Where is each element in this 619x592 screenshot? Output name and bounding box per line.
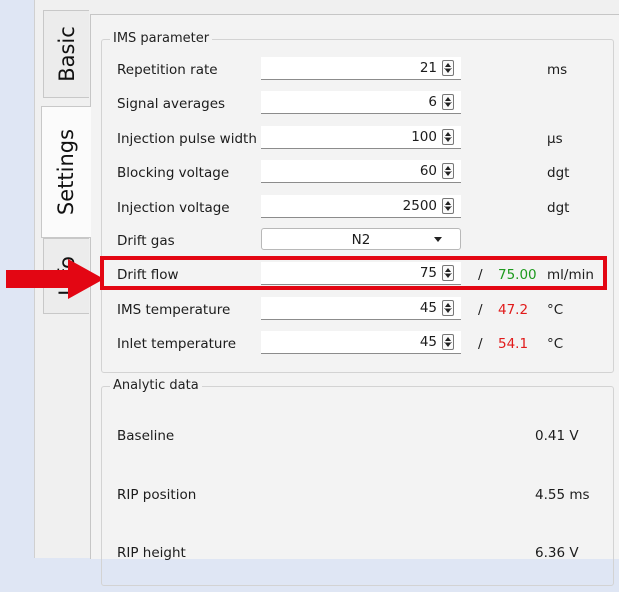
- inlet-temperature-actual: 54.1: [498, 336, 529, 352]
- rip-position-label: RIP position: [117, 487, 197, 503]
- ims-parameter-group: IMS parameter Repetition rate 21 ms Sign…: [101, 31, 614, 373]
- inlet-temperature-value: 45: [419, 334, 437, 350]
- signal-averages-label: Signal averages: [117, 96, 226, 112]
- repetition-rate-spinbox[interactable]: 21: [261, 57, 461, 80]
- chevron-down-icon: [434, 237, 442, 242]
- row-blocking-voltage: Blocking voltage 60 dgt: [102, 155, 613, 189]
- row-inlet-temperature: Inlet temperature 45 / 54.1 °C: [102, 326, 613, 360]
- ims-temperature-spinbox[interactable]: 45: [261, 297, 461, 320]
- injection-pulse-width-label: Injection pulse width: [117, 131, 257, 147]
- row-ims-temperature: IMS temperature 45 / 47.2 °C: [102, 292, 613, 326]
- drift-flow-actual: 75.00: [498, 267, 537, 283]
- row-injection-voltage: Injection voltage 2500 dgt: [102, 190, 613, 224]
- rip-position-value: 4.55 ms: [535, 487, 590, 503]
- settings-window: Basic Settings Info IMS parameter Repeti…: [34, 0, 619, 586]
- injection-voltage-unit: dgt: [547, 200, 570, 216]
- signal-averages-value: 6: [428, 94, 437, 110]
- repetition-rate-unit: ms: [547, 62, 568, 78]
- row-drift-flow: Drift flow 75 / 75.00 ml/min: [102, 257, 613, 291]
- repetition-rate-value: 21: [419, 60, 437, 76]
- inlet-temperature-unit: °C: [547, 336, 564, 352]
- injection-pulse-width-unit: µs: [547, 131, 563, 147]
- spin-arrows-icon[interactable]: [442, 334, 454, 350]
- tab-settings-label: Settings: [54, 128, 79, 216]
- ims-temperature-label: IMS temperature: [117, 302, 231, 318]
- row-rip-height: RIP height 6.36 V: [102, 539, 613, 569]
- spin-arrows-icon[interactable]: [442, 198, 454, 214]
- ims-temperature-unit: °C: [547, 302, 564, 318]
- tab-basic[interactable]: Basic: [43, 10, 89, 98]
- spin-arrows-icon[interactable]: [442, 163, 454, 179]
- injection-voltage-value: 2500: [402, 198, 437, 214]
- settings-panel: IMS parameter Repetition rate 21 ms Sign…: [90, 14, 619, 586]
- separator-slash: /: [478, 267, 483, 283]
- spin-arrows-icon[interactable]: [442, 60, 454, 76]
- tab-basic-label: Basic: [54, 26, 79, 82]
- drift-gas-label: Drift gas: [117, 233, 175, 249]
- blocking-voltage-value: 60: [419, 163, 437, 179]
- signal-averages-spinbox[interactable]: 6: [261, 91, 461, 114]
- analytic-data-group: Analytic data Baseline 0.41 V RIP positi…: [101, 378, 614, 586]
- drift-flow-label: Drift flow: [117, 267, 179, 283]
- ims-temperature-actual: 47.2: [498, 302, 529, 318]
- baseline-value: 0.41 V: [535, 428, 579, 444]
- spin-arrows-icon[interactable]: [442, 94, 454, 110]
- repetition-rate-label: Repetition rate: [117, 62, 218, 78]
- pointer-arrow-icon: [6, 259, 104, 299]
- drift-gas-value: N2: [351, 232, 371, 248]
- analytic-data-title: Analytic data: [110, 378, 202, 393]
- baseline-label: Baseline: [117, 428, 175, 444]
- spin-arrows-icon[interactable]: [442, 129, 454, 145]
- rip-height-value: 6.36 V: [535, 545, 579, 561]
- injection-pulse-width-spinbox[interactable]: 100: [261, 126, 461, 149]
- injection-voltage-label: Injection voltage: [117, 200, 230, 216]
- drift-flow-value: 75: [419, 265, 437, 281]
- ims-temperature-value: 45: [419, 300, 437, 316]
- spin-arrows-icon[interactable]: [442, 265, 454, 281]
- blocking-voltage-unit: dgt: [547, 165, 570, 181]
- drift-flow-unit: ml/min: [547, 267, 594, 283]
- row-signal-averages: Signal averages 6: [102, 86, 613, 120]
- row-injection-pulse-width: Injection pulse width 100 µs: [102, 121, 613, 155]
- ims-parameter-title: IMS parameter: [110, 31, 213, 46]
- blocking-voltage-label: Blocking voltage: [117, 165, 230, 181]
- row-baseline: Baseline 0.41 V: [102, 422, 613, 452]
- rip-height-label: RIP height: [117, 545, 186, 561]
- row-rip-position: RIP position 4.55 ms: [102, 481, 613, 511]
- inlet-temperature-label: Inlet temperature: [117, 336, 237, 352]
- injection-pulse-width-value: 100: [411, 129, 437, 145]
- drift-flow-spinbox[interactable]: 75: [261, 262, 461, 285]
- row-drift-gas: Drift gas N2: [102, 223, 613, 257]
- injection-voltage-spinbox[interactable]: 2500: [261, 195, 461, 218]
- inlet-temperature-spinbox[interactable]: 45: [261, 331, 461, 354]
- blocking-voltage-spinbox[interactable]: 60: [261, 160, 461, 183]
- drift-gas-dropdown[interactable]: N2: [261, 228, 461, 250]
- tab-settings[interactable]: Settings: [41, 106, 91, 238]
- separator-slash: /: [478, 336, 483, 352]
- spin-arrows-icon[interactable]: [442, 300, 454, 316]
- separator-slash: /: [478, 302, 483, 318]
- row-repetition-rate: Repetition rate 21 ms: [102, 52, 613, 86]
